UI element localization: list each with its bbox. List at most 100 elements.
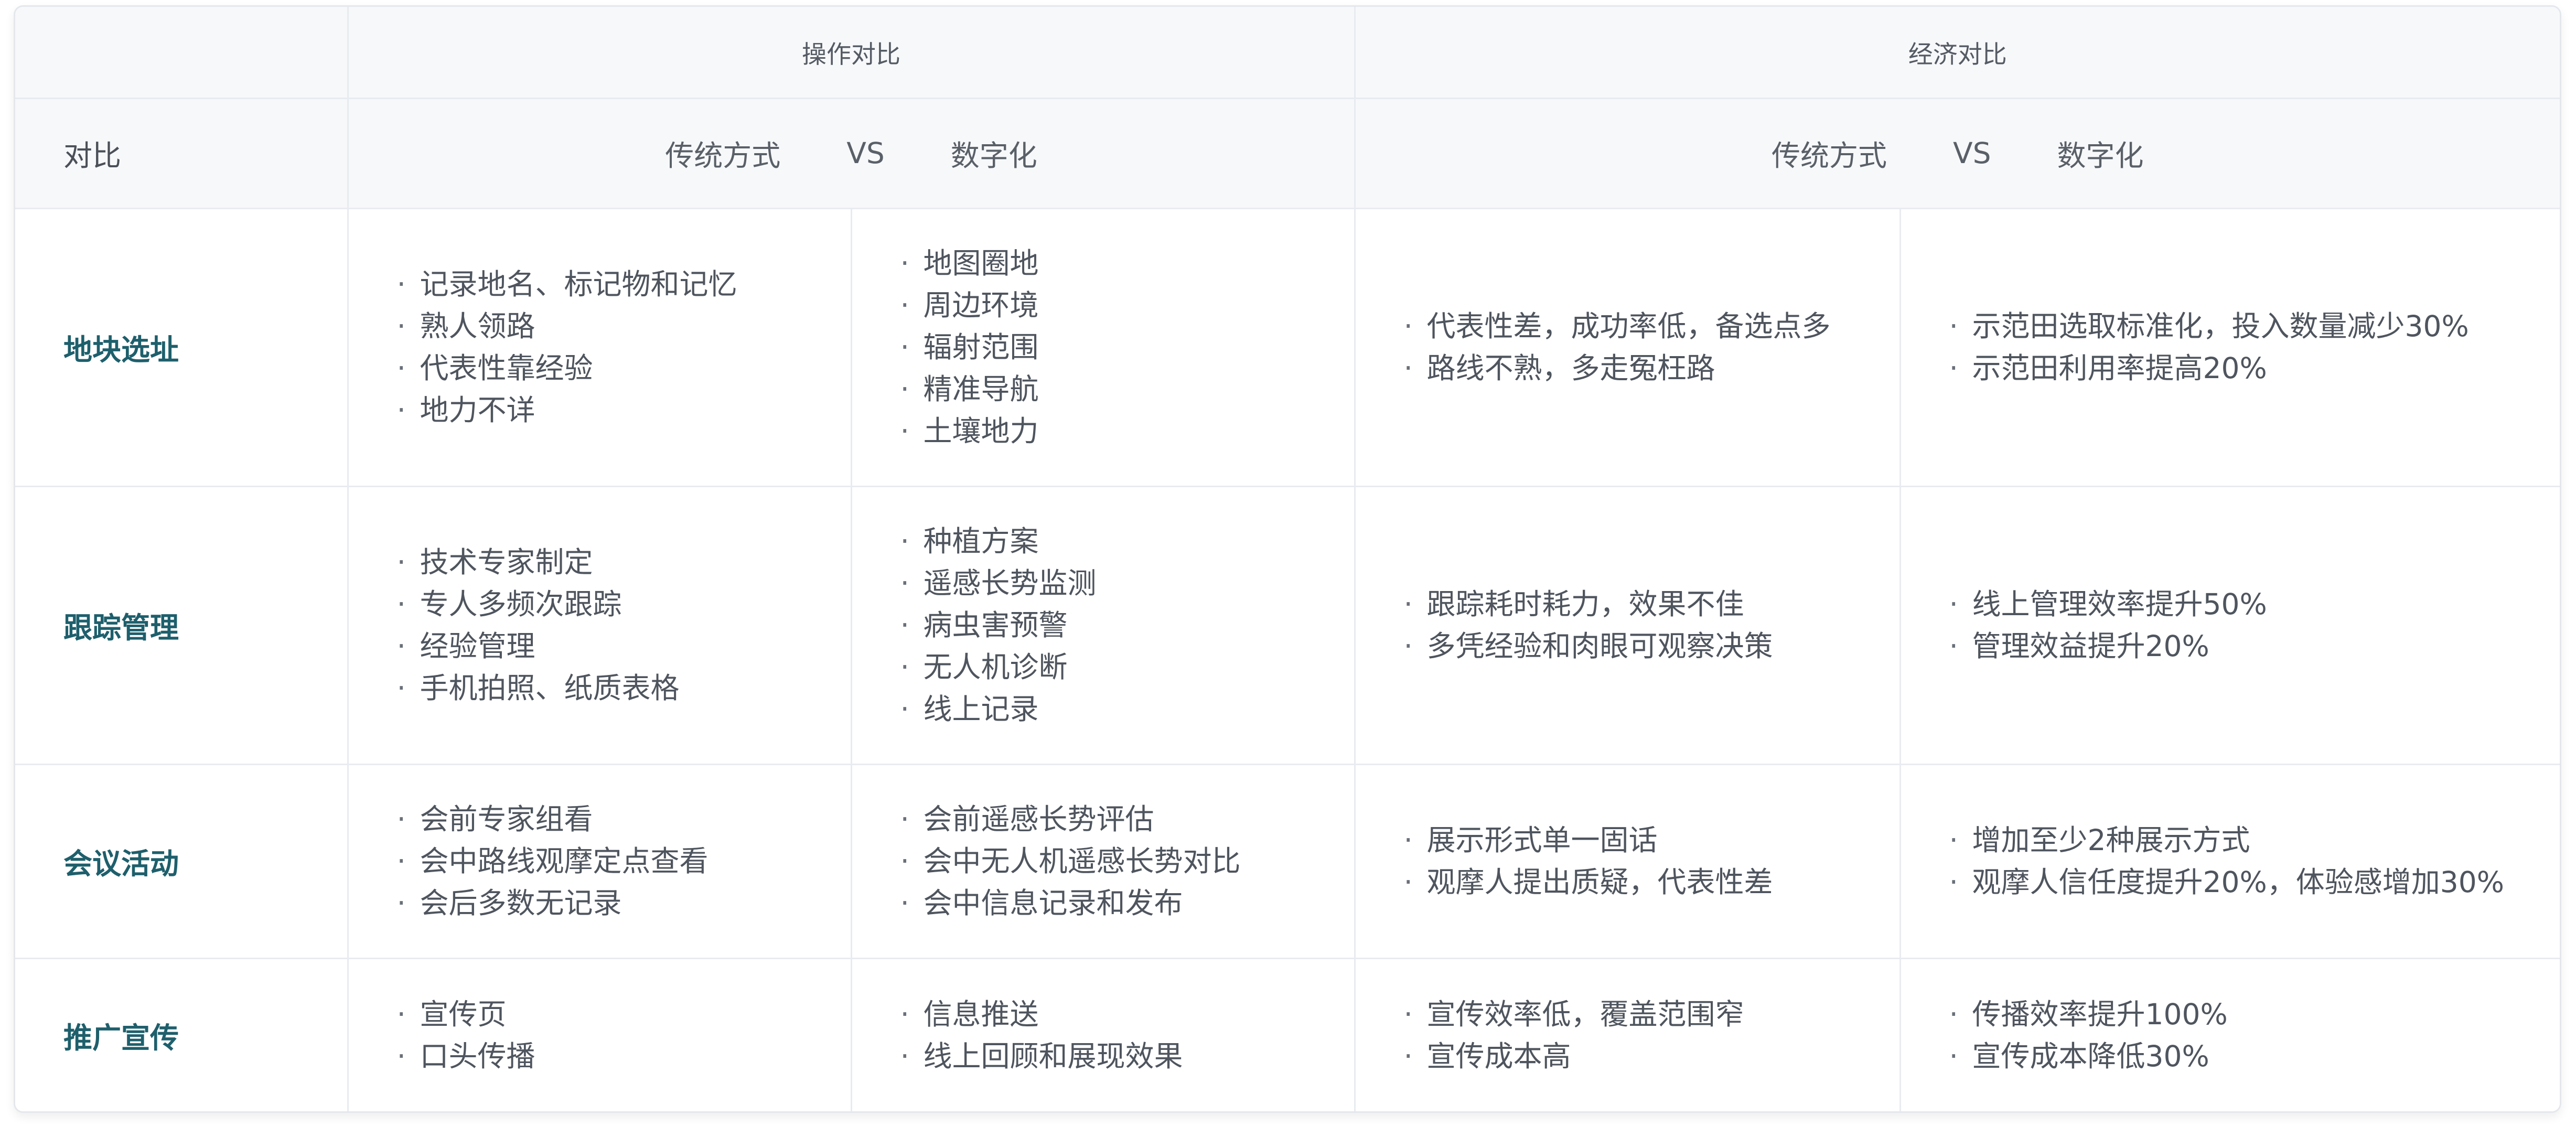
list-item: 宣传成本降低30% xyxy=(1949,1035,2560,1077)
list-item: 会中信息记录和发布 xyxy=(900,882,1354,924)
bullet-list: 跟踪耗时耗力，效果不佳 多凭经验和肉眼可观察决策 xyxy=(1356,583,1899,667)
table-row: 推广宣传 宣传页 口头传播 信息推送 线上回顾和展现效果 宣传效率低，覆盖范围窄… xyxy=(15,957,2560,1111)
row-category: 地块选址 xyxy=(15,207,349,487)
economic-comparison-header: 经济对比 xyxy=(1354,7,2560,99)
op-traditional-cell: 记录地名、标记物和记忆 熟人领路 代表性靠经验 地力不详 xyxy=(347,207,852,487)
op-traditional-cell: 会前专家组看 会中路线观摩定点查看 会后多数无记录 xyxy=(347,763,852,959)
bullet-list: 地图圈地 周边环境 辐射范围 精准导航 土壤地力 xyxy=(852,242,1354,452)
bullet-list: 会前遥感长势评估 会中无人机遥感长势对比 会中信息记录和发布 xyxy=(852,798,1354,924)
list-item: 示范田选取标准化，投入数量减少30% xyxy=(1949,305,2560,347)
list-item: 记录地名、标记物和记忆 xyxy=(397,263,851,305)
bullet-list: 示范田选取标准化，投入数量减少30% 示范田利用率提高20% xyxy=(1901,305,2560,389)
comparison-table: 操作对比 经济对比 对比 传统方式 VS 数字化 传统方式 VS 数字化 地块选… xyxy=(15,7,2560,1111)
list-item: 路线不熟，多走冤枉路 xyxy=(1404,347,1899,389)
op-digital-cell: 信息推送 线上回顾和展现效果 xyxy=(850,957,1356,1111)
operation-vs-header: 传统方式 VS 数字化 xyxy=(347,97,1356,209)
bullet-list: 宣传页 口头传播 xyxy=(349,993,851,1077)
list-item: 线上管理效率提升50% xyxy=(1949,583,2560,625)
list-item: 宣传页 xyxy=(397,993,851,1035)
group-header-row: 操作对比 经济对比 xyxy=(15,7,2560,99)
bullet-list: 信息推送 线上回顾和展现效果 xyxy=(852,993,1354,1077)
list-item: 会中路线观摩定点查看 xyxy=(397,840,851,882)
econ-traditional-cell: 代表性差，成功率低，备选点多 路线不熟，多走冤枉路 xyxy=(1354,207,1901,487)
bullet-list: 传播效率提升100% 宣传成本降低30% xyxy=(1901,993,2560,1077)
list-item: 经验管理 xyxy=(397,625,851,667)
digital-label: 数字化 xyxy=(950,139,1037,173)
op-traditional-cell: 技术专家制定 专人多频次跟踪 经验管理 手机拍照、纸质表格 xyxy=(347,485,852,765)
list-item: 观摩人提出质疑，代表性差 xyxy=(1404,861,1899,903)
econ-digital-cell: 传播效率提升100% 宣传成本降低30% xyxy=(1899,957,2560,1111)
row-category: 推广宣传 xyxy=(15,957,349,1111)
list-item: 遥感长势监测 xyxy=(900,562,1354,604)
list-item: 土壤地力 xyxy=(900,410,1354,452)
row-category: 跟踪管理 xyxy=(15,485,349,765)
list-item: 信息推送 xyxy=(900,993,1354,1035)
table-row: 会议活动 会前专家组看 会中路线观摩定点查看 会后多数无记录 会前遥感长势评估 … xyxy=(15,763,2560,959)
row-category: 会议活动 xyxy=(15,763,349,959)
bullet-list: 记录地名、标记物和记忆 熟人领路 代表性靠经验 地力不详 xyxy=(349,263,851,431)
traditional-label: 传统方式 xyxy=(665,139,781,173)
list-item: 无人机诊断 xyxy=(900,646,1354,688)
list-item: 精准导航 xyxy=(900,368,1354,410)
digital-label: 数字化 xyxy=(2057,139,2144,173)
list-item: 病虫害预警 xyxy=(900,604,1354,646)
list-item: 多凭经验和肉眼可观察决策 xyxy=(1404,625,1899,667)
list-item: 技术专家制定 xyxy=(397,541,851,583)
bullet-list: 线上管理效率提升50% 管理效益提升20% xyxy=(1901,583,2560,667)
bullet-list: 技术专家制定 专人多频次跟踪 经验管理 手机拍照、纸质表格 xyxy=(349,541,851,709)
list-item: 辐射范围 xyxy=(900,326,1354,368)
economic-vs-header: 传统方式 VS 数字化 xyxy=(1354,97,2560,209)
list-item: 周边环境 xyxy=(900,284,1354,326)
list-item: 示范田利用率提高20% xyxy=(1949,347,2560,389)
op-digital-cell: 种植方案 遥感长势监测 病虫害预警 无人机诊断 线上记录 xyxy=(850,485,1356,765)
bullet-list: 会前专家组看 会中路线观摩定点查看 会后多数无记录 xyxy=(349,798,851,924)
traditional-label: 传统方式 xyxy=(1771,139,1887,173)
corner-cell xyxy=(15,7,349,99)
op-digital-cell: 会前遥感长势评估 会中无人机遥感长势对比 会中信息记录和发布 xyxy=(850,763,1356,959)
bullet-list: 宣传效率低，覆盖范围窄 宣传成本高 xyxy=(1356,993,1899,1077)
vs-label: VS xyxy=(1952,136,1991,170)
econ-traditional-cell: 展示形式单一固话 观摩人提出质疑，代表性差 xyxy=(1354,763,1901,959)
bullet-list: 种植方案 遥感长势监测 病虫害预警 无人机诊断 线上记录 xyxy=(852,520,1354,730)
list-item: 会中无人机遥感长势对比 xyxy=(900,840,1354,882)
list-item: 跟踪耗时耗力，效果不佳 xyxy=(1404,583,1899,625)
econ-digital-cell: 增加至少2种展示方式 观摩人信任度提升20%，体验感增加30% xyxy=(1899,763,2560,959)
op-traditional-cell: 宣传页 口头传播 xyxy=(347,957,852,1111)
table-row: 跟踪管理 技术专家制定 专人多频次跟踪 经验管理 手机拍照、纸质表格 种植方案 … xyxy=(15,485,2560,765)
list-item: 代表性靠经验 xyxy=(397,347,851,389)
bullet-list: 代表性差，成功率低，备选点多 路线不熟，多走冤枉路 xyxy=(1356,305,1899,389)
operation-comparison-header: 操作对比 xyxy=(347,7,1356,99)
list-item: 地力不详 xyxy=(397,389,851,431)
op-digital-cell: 地图圈地 周边环境 辐射范围 精准导航 土壤地力 xyxy=(850,207,1356,487)
table-row: 地块选址 记录地名、标记物和记忆 熟人领路 代表性靠经验 地力不详 地图圈地 周… xyxy=(15,207,2560,487)
list-item: 展示形式单一固话 xyxy=(1404,819,1899,861)
list-item: 线上回顾和展现效果 xyxy=(900,1035,1354,1077)
vs-label: VS xyxy=(846,136,885,170)
econ-traditional-cell: 宣传效率低，覆盖范围窄 宣传成本高 xyxy=(1354,957,1901,1111)
list-item: 手机拍照、纸质表格 xyxy=(397,667,851,709)
bullet-list: 展示形式单一固话 观摩人提出质疑，代表性差 xyxy=(1356,819,1899,903)
list-item: 地图圈地 xyxy=(900,242,1354,284)
list-item: 增加至少2种展示方式 xyxy=(1949,819,2560,861)
list-item: 观摩人信任度提升20%，体验感增加30% xyxy=(1949,861,2560,903)
list-item: 传播效率提升100% xyxy=(1949,993,2560,1035)
list-item: 宣传效率低，覆盖范围窄 xyxy=(1404,993,1899,1035)
econ-traditional-cell: 跟踪耗时耗力，效果不佳 多凭经验和肉眼可观察决策 xyxy=(1354,485,1901,765)
list-item: 专人多频次跟踪 xyxy=(397,583,851,625)
sub-header-row: 对比 传统方式 VS 数字化 传统方式 VS 数字化 xyxy=(15,97,2560,209)
bullet-list: 增加至少2种展示方式 观摩人信任度提升20%，体验感增加30% xyxy=(1901,819,2560,903)
comparison-table-card: 操作对比 经济对比 对比 传统方式 VS 数字化 传统方式 VS 数字化 地块选… xyxy=(14,5,2561,1113)
list-item: 管理效益提升20% xyxy=(1949,625,2560,667)
list-item: 会后多数无记录 xyxy=(397,882,851,924)
econ-digital-cell: 线上管理效率提升50% 管理效益提升20% xyxy=(1899,485,2560,765)
compare-label: 对比 xyxy=(15,97,349,209)
econ-digital-cell: 示范田选取标准化，投入数量减少30% 示范田利用率提高20% xyxy=(1899,207,2560,487)
list-item: 种植方案 xyxy=(900,520,1354,562)
list-item: 会前专家组看 xyxy=(397,798,851,840)
list-item: 会前遥感长势评估 xyxy=(900,798,1354,840)
list-item: 口头传播 xyxy=(397,1035,851,1077)
list-item: 线上记录 xyxy=(900,688,1354,730)
list-item: 熟人领路 xyxy=(397,305,851,347)
list-item: 宣传成本高 xyxy=(1404,1035,1899,1077)
list-item: 代表性差，成功率低，备选点多 xyxy=(1404,305,1899,347)
